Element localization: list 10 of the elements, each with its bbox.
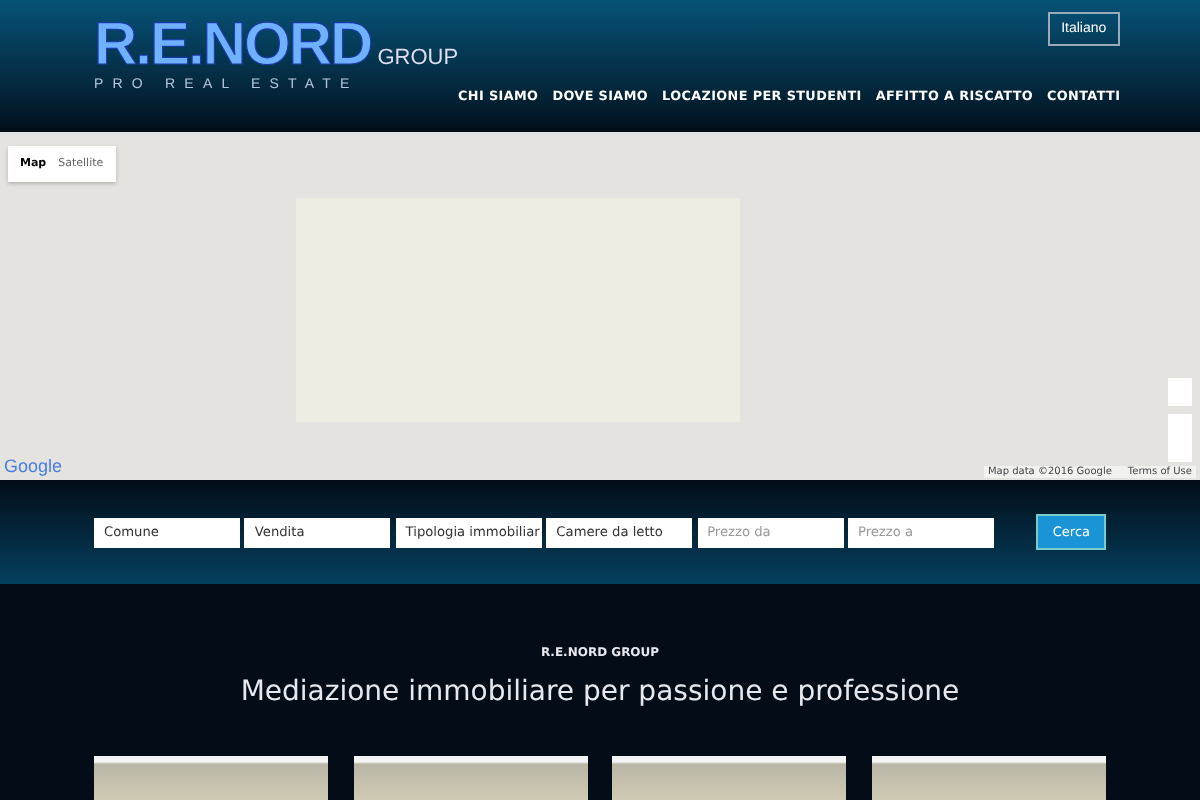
- logo-wordmark: R.E.NORD: [94, 16, 372, 76]
- photo-placeholder[interactable]: [871, 756, 1106, 800]
- logo-suffix: GROUP: [377, 46, 459, 70]
- map-control[interactable]: [1168, 378, 1192, 406]
- photo-placeholder[interactable]: [353, 756, 588, 800]
- photo-placeholder[interactable]: [612, 756, 847, 800]
- section-title: Mediazione immobiliare per passione e professione: [240, 676, 960, 708]
- map-brand-logo: Google: [4, 456, 63, 476]
- zoom-control[interactable]: [1168, 414, 1192, 462]
- photo-placeholder[interactable]: [94, 756, 328, 800]
